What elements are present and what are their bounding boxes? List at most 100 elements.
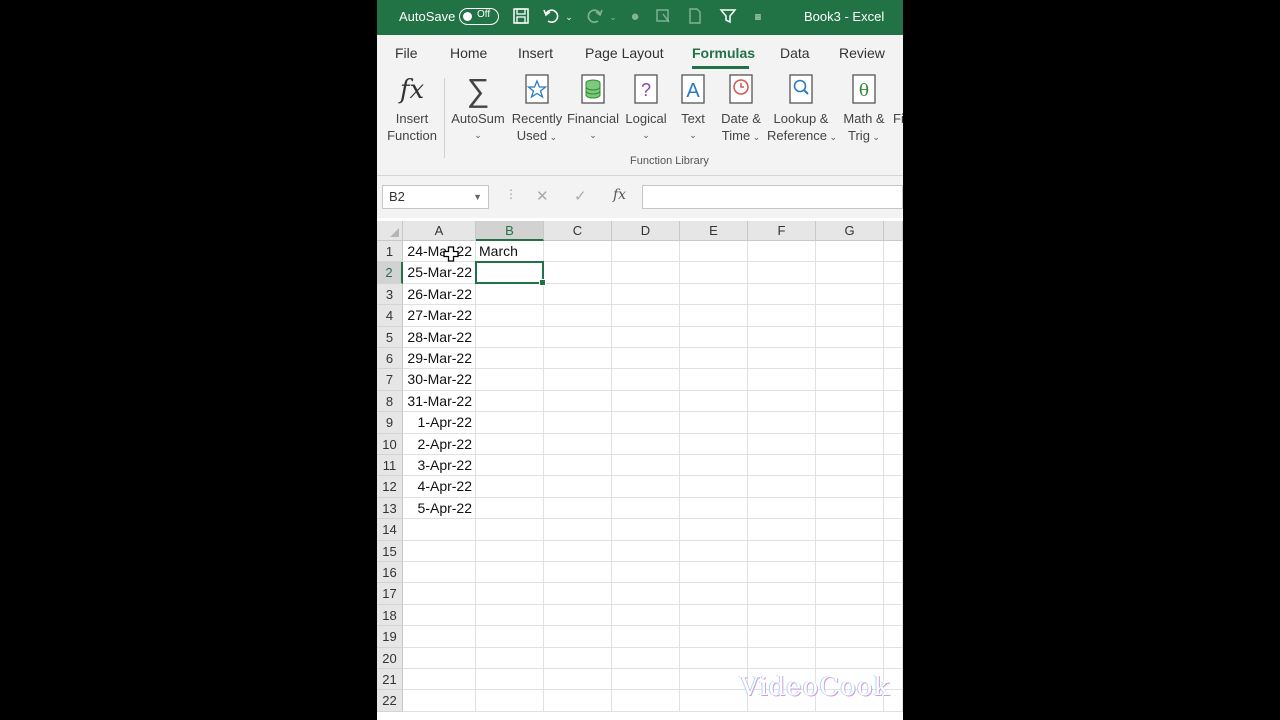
cell[interactable] — [680, 690, 748, 712]
cell[interactable] — [884, 348, 903, 370]
cell[interactable] — [748, 262, 816, 284]
cell[interactable] — [748, 604, 816, 627]
select-all-button[interactable] — [377, 221, 403, 241]
cell-b[interactable] — [476, 540, 544, 562]
cell[interactable] — [884, 412, 903, 434]
cell[interactable] — [884, 497, 903, 520]
customize-toolbar-icon[interactable]: ≡ — [748, 7, 768, 27]
cell[interactable] — [544, 540, 612, 562]
tab-home[interactable]: Home — [450, 45, 487, 61]
cell[interactable] — [884, 326, 903, 348]
cell[interactable] — [612, 540, 680, 562]
cell[interactable] — [544, 348, 612, 370]
redo-icon[interactable] — [585, 7, 605, 27]
name-box[interactable]: B2 ▼ — [382, 185, 489, 209]
fill-handle[interactable] — [539, 278, 546, 286]
tab-formulas[interactable]: Formulas — [692, 45, 755, 61]
cell[interactable] — [748, 519, 816, 541]
cell[interactable] — [612, 326, 680, 348]
cell[interactable] — [816, 305, 884, 327]
cell[interactable] — [816, 604, 884, 627]
row-header[interactable]: 20 — [377, 647, 403, 669]
cancel-icon[interactable]: ✕ — [536, 187, 549, 205]
document-icon[interactable] — [685, 7, 705, 27]
cell-b[interactable] — [476, 583, 544, 605]
cell[interactable] — [680, 305, 748, 327]
cell-a[interactable]: 29-Mar-22 — [403, 348, 476, 370]
tab-data[interactable]: Data — [780, 45, 810, 61]
autosave-toggle[interactable]: Off — [459, 8, 499, 25]
cell[interactable] — [884, 433, 903, 455]
row-header[interactable]: 12 — [377, 476, 403, 498]
cell[interactable] — [544, 497, 612, 520]
cell[interactable] — [816, 455, 884, 477]
cell[interactable] — [612, 369, 680, 391]
cell[interactable] — [612, 562, 680, 584]
cell[interactable] — [612, 690, 680, 712]
cell[interactable] — [544, 519, 612, 541]
column-header-d[interactable]: D — [612, 221, 680, 241]
cell[interactable] — [612, 305, 680, 327]
cell-b[interactable] — [476, 412, 544, 434]
row-header[interactable]: 3 — [377, 283, 403, 306]
cell[interactable] — [544, 241, 612, 263]
undo-icon[interactable] — [541, 7, 561, 27]
cell-b[interactable] — [476, 669, 544, 691]
cell[interactable] — [680, 476, 748, 498]
cell[interactable] — [748, 412, 816, 434]
financial-button[interactable]: Financial ⌄ — [566, 70, 620, 144]
column-header-g[interactable]: G — [816, 221, 884, 241]
cell[interactable] — [748, 476, 816, 498]
cell[interactable] — [884, 390, 903, 413]
cell[interactable] — [612, 348, 680, 370]
row-header[interactable]: 2 — [377, 262, 403, 284]
cell-a[interactable] — [403, 519, 476, 541]
cell-b[interactable] — [476, 562, 544, 584]
redo-dropdown-icon[interactable]: ⌄ — [603, 7, 623, 27]
cell-a[interactable]: 27-Mar-22 — [403, 305, 476, 327]
row-header[interactable]: 5 — [377, 326, 403, 348]
cell-b[interactable] — [476, 369, 544, 391]
cell[interactable] — [612, 262, 680, 284]
cell[interactable] — [816, 369, 884, 391]
row-header[interactable]: 14 — [377, 519, 403, 541]
cell[interactable] — [884, 647, 903, 669]
cell[interactable] — [680, 562, 748, 584]
cell[interactable] — [680, 262, 748, 284]
save-icon[interactable] — [511, 7, 531, 27]
cell-b[interactable] — [476, 519, 544, 541]
cell[interactable] — [680, 390, 748, 413]
cell[interactable] — [816, 562, 884, 584]
cell[interactable] — [816, 519, 884, 541]
cell[interactable] — [544, 283, 612, 306]
cell[interactable] — [680, 455, 748, 477]
cell[interactable] — [748, 369, 816, 391]
cell[interactable] — [544, 326, 612, 348]
cell-b[interactable] — [476, 604, 544, 627]
autosum-button[interactable]: ∑ AutoSum ⌄ — [450, 70, 506, 144]
cell[interactable] — [816, 348, 884, 370]
cell[interactable] — [884, 540, 903, 562]
recently-used-button[interactable]: Recently Used ⌄ — [510, 70, 564, 146]
cell-a[interactable]: 4-Apr-22 — [403, 476, 476, 498]
cell[interactable] — [680, 540, 748, 562]
cell[interactable] — [884, 369, 903, 391]
cell[interactable] — [748, 390, 816, 413]
row-header[interactable]: 7 — [377, 369, 403, 391]
cell[interactable] — [612, 583, 680, 605]
logical-button[interactable]: ? Logical ⌄ — [622, 70, 670, 144]
cell[interactable] — [816, 412, 884, 434]
lookup-reference-button[interactable]: Lookup & Reference ⌄ — [767, 70, 837, 146]
row-header[interactable]: 1 — [377, 241, 403, 263]
cell[interactable] — [748, 305, 816, 327]
cell[interactable] — [680, 283, 748, 306]
cell-a[interactable]: 1-Apr-22 — [403, 412, 476, 434]
row-header[interactable]: 16 — [377, 562, 403, 584]
cell[interactable] — [544, 390, 612, 413]
row-header[interactable]: 21 — [377, 669, 403, 691]
cell[interactable] — [884, 519, 903, 541]
cell[interactable] — [816, 476, 884, 498]
cell-b[interactable] — [476, 626, 544, 648]
cell[interactable] — [612, 647, 680, 669]
cell[interactable] — [884, 562, 903, 584]
